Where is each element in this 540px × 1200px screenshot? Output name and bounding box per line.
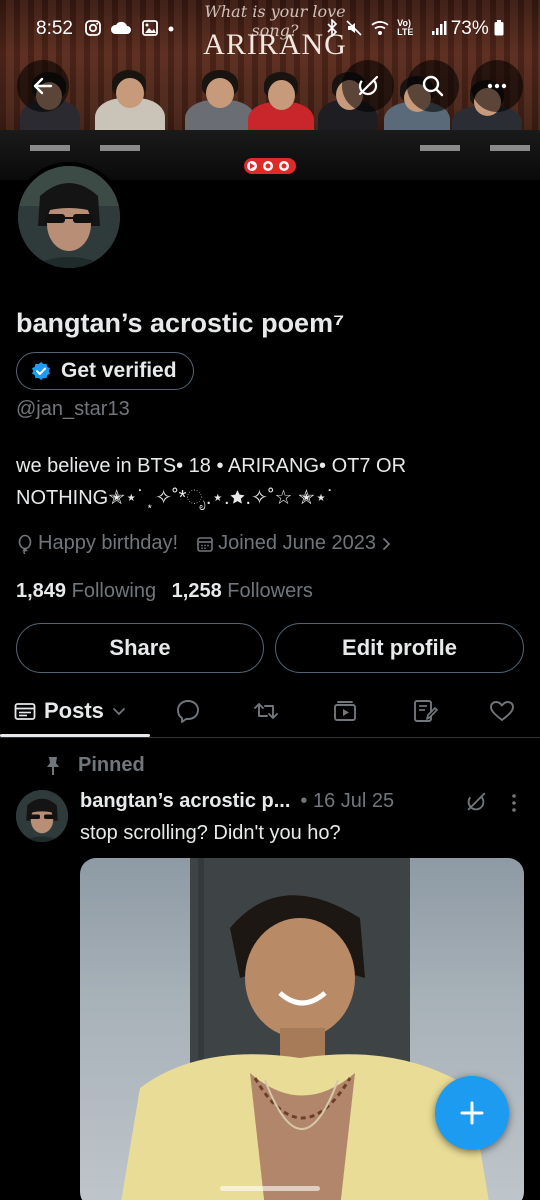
battery-percent: 73% [450, 18, 489, 39]
replies-icon [177, 700, 199, 723]
status-time: 8:52 [36, 18, 73, 39]
compose-button[interactable] [435, 1076, 509, 1150]
back-button[interactable] [17, 60, 69, 112]
following-link[interactable]: 1,849 Following [16, 580, 162, 602]
banner-person-head [268, 80, 295, 110]
followers-count: 1,258 [171, 580, 222, 602]
dot-icon [168, 26, 174, 32]
followers-label: Followers [227, 580, 313, 602]
profile-meta: Happy birthday! Joined June 2023 [16, 532, 410, 555]
tab-reposts[interactable] [250, 684, 282, 738]
media-icon [334, 701, 356, 721]
tab-articles[interactable] [409, 684, 441, 738]
more-icon [487, 83, 507, 89]
calendar-icon [197, 536, 213, 552]
tab-active-indicator [0, 734, 150, 737]
following-count: 1,849 [16, 580, 67, 602]
bluetooth-icon [327, 18, 338, 38]
tweet-photo [121, 858, 489, 1200]
bio-line: NOTHING✭⋆˙ ͙ ✧˚*ೃ.⋆.🟊.✧˚☆ ✭⋆˙ [16, 487, 334, 509]
status-notification-icons [84, 19, 175, 39]
banner-nameplate [30, 145, 70, 151]
banner-nameplate [100, 145, 140, 151]
wifi-icon [371, 21, 389, 35]
instagram-icon [85, 20, 101, 36]
signal-icon [432, 21, 447, 35]
tab-likes[interactable] [486, 684, 518, 738]
status-system-icons: Vo) LTE [326, 18, 448, 38]
tab-posts[interactable]: Posts [14, 684, 126, 738]
avatar [18, 166, 120, 268]
tab-posts-label: Posts [44, 698, 104, 723]
display-name: bangtan’s acrostic poem⁷ [16, 308, 345, 338]
search-icon [422, 75, 444, 97]
get-verified-button[interactable]: Get verified [16, 352, 194, 390]
verified-badge-icon [32, 362, 50, 380]
back-arrow-icon [33, 77, 53, 95]
pinned-indicator: Pinned [44, 754, 145, 777]
banner-person-head [206, 78, 234, 108]
status-battery: 73% [451, 18, 504, 40]
play-dots-icon [247, 161, 289, 171]
chevron-down-icon [113, 708, 125, 716]
birthday-item[interactable]: Happy birthday! [16, 532, 178, 555]
grok-icon[interactable] [464, 790, 488, 814]
get-verified-label: Get verified [61, 359, 177, 382]
articles-icon [414, 700, 438, 722]
tweet-avatar[interactable] [16, 790, 68, 842]
retweet-icon [254, 703, 278, 719]
profile-handle: @jan_star13 [16, 398, 130, 420]
tweet-text: stop scrolling? Didn't you ho? [80, 822, 341, 844]
cloud-icon [111, 21, 132, 34]
mute-icon [346, 20, 362, 36]
edit-profile-button[interactable]: Edit profile [275, 623, 524, 673]
tweet-author[interactable]: bangtan’s acrostic p... [80, 790, 290, 813]
home-indicator[interactable] [220, 1186, 320, 1191]
joined-item[interactable]: Joined June 2023 [196, 532, 392, 555]
more-button[interactable] [471, 60, 523, 112]
avatar-image [16, 790, 68, 842]
gallery-icon [142, 20, 158, 36]
pin-icon [47, 756, 59, 775]
chevron-right-icon [383, 537, 391, 550]
joined-label: Joined June 2023 [218, 532, 376, 554]
birthday-label: Happy birthday! [38, 532, 179, 554]
banner-nameplate [420, 145, 460, 151]
share-button[interactable]: Share [16, 623, 264, 673]
grok-button[interactable] [342, 60, 394, 112]
grok-icon [358, 75, 379, 96]
profile-bio: we believe in BTS• 18 • ARIRANG• OT7 OR … [16, 450, 516, 514]
status-bar: 8:52 Vo) LTE 73% [0, 0, 540, 60]
profile-tabs: Posts [0, 684, 540, 738]
tab-replies[interactable] [172, 684, 204, 738]
profile-avatar[interactable] [14, 162, 124, 272]
follow-stats: 1,849 Following 1,258 Followers [16, 580, 323, 603]
plus-icon [460, 1101, 484, 1125]
likes-icon [490, 701, 514, 721]
following-label: Following [71, 580, 157, 602]
bio-line: we believe in BTS• 18 • ARIRANG• OT7 OR [16, 455, 407, 477]
balloon-icon [18, 534, 32, 554]
more-vertical-icon[interactable] [506, 792, 522, 814]
followers-link[interactable]: 1,258 Followers [172, 580, 313, 602]
volte-icon: Vo) LTE [397, 18, 414, 37]
battery-icon [494, 20, 504, 36]
tweet-header: bangtan’s acrostic p... • 16 Jul 25 [80, 790, 530, 813]
banner-nameplate [490, 145, 530, 151]
tab-media[interactable] [329, 684, 361, 738]
tweet-media[interactable] [80, 858, 524, 1200]
posts-icon [14, 703, 36, 720]
pinned-label: Pinned [78, 754, 145, 776]
tweet-date[interactable]: • 16 Jul 25 [300, 790, 394, 813]
banner-person-head [116, 78, 144, 108]
search-button[interactable] [407, 60, 459, 112]
avatar-image [18, 166, 120, 268]
